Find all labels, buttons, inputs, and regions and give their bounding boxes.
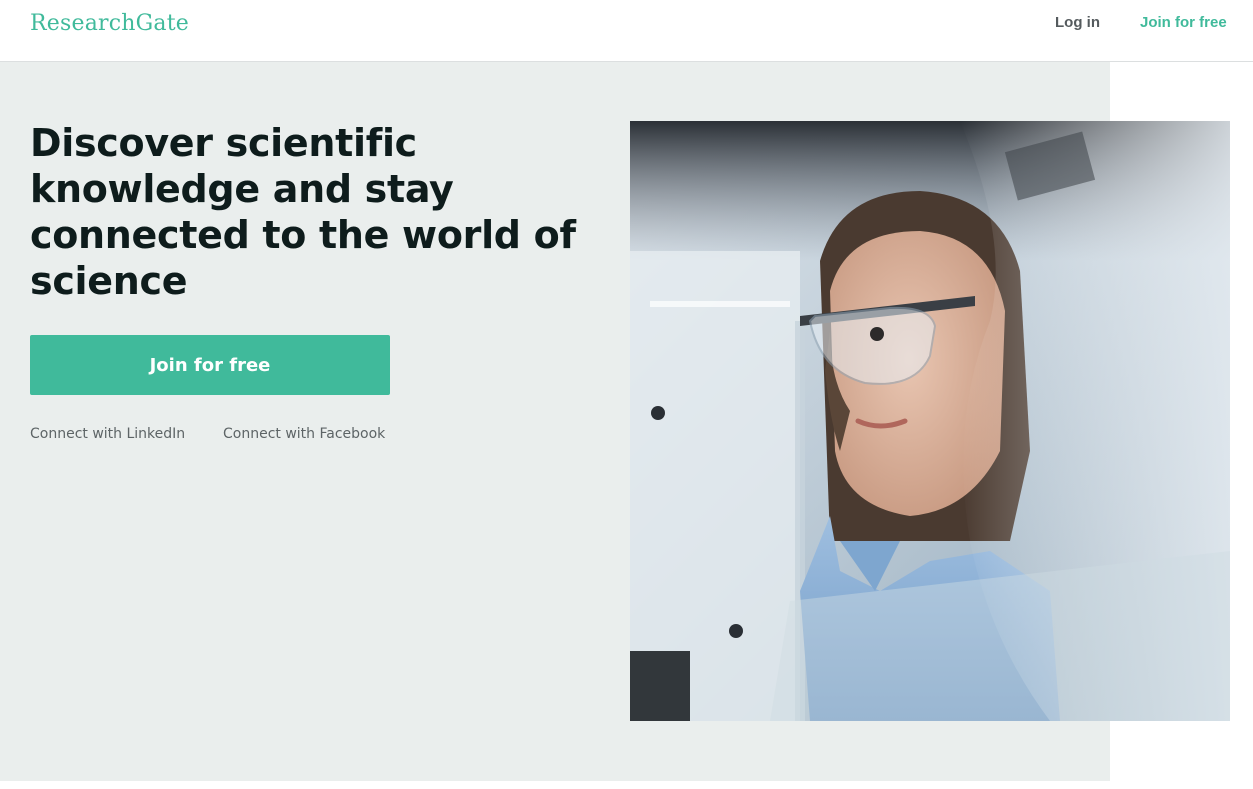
connect-facebook-link[interactable]: Connect with Facebook (223, 426, 385, 442)
join-for-free-button[interactable]: Join for free (30, 335, 390, 395)
site-header: ResearchGate Log in Join for free (0, 0, 1253, 62)
hero-headline: Discover scientific knowledge and stay c… (30, 121, 576, 303)
researchgate-logo[interactable]: ResearchGate (30, 11, 189, 36)
scientist-lab-photo (630, 121, 1230, 721)
connect-linkedin-link[interactable]: Connect with LinkedIn (30, 426, 185, 442)
login-link[interactable]: Log in (1055, 14, 1100, 31)
header-join-link[interactable]: Join for free (1140, 14, 1227, 31)
scientist-illustration (630, 121, 1230, 721)
